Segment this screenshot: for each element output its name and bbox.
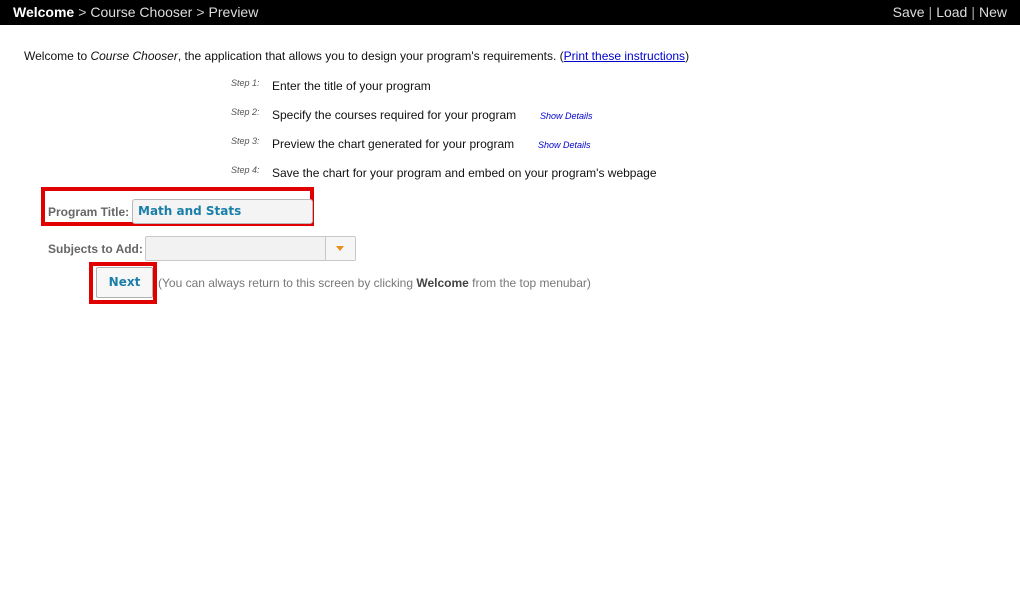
intro-suffix: , the application that allows you to des…: [177, 49, 564, 63]
dropdown-arrow-button[interactable]: [325, 237, 355, 260]
hint-prefix: (You can always return to this screen by…: [158, 276, 417, 290]
hint-bold: Welcome: [416, 276, 469, 290]
intro-close: ): [685, 49, 690, 63]
menu-separator: |: [971, 4, 975, 20]
intro-text: Welcome to Course Chooser, the applicati…: [24, 49, 689, 63]
step-2: Step 2: Specify the courses required for…: [0, 107, 1020, 126]
load-link[interactable]: Load: [936, 4, 967, 20]
new-link[interactable]: New: [979, 4, 1007, 20]
show-details-link[interactable]: Show Details: [538, 140, 591, 150]
show-details-link[interactable]: Show Details: [540, 111, 593, 121]
step-number: Step 2:: [231, 107, 260, 117]
step-text: Save the chart for your program and embe…: [272, 166, 657, 180]
step-number: Step 4:: [231, 165, 260, 175]
print-instructions-link[interactable]: Print these instructions: [564, 49, 685, 63]
breadcrumb-separator: >: [196, 4, 205, 20]
subjects-label: Subjects to Add:: [48, 242, 143, 256]
step-1: Step 1: Enter the title of your program: [0, 78, 1020, 97]
step-3: Step 3: Preview the chart generated for …: [0, 136, 1020, 155]
top-menubar: Welcome > Course Chooser > Preview Save | Load…: [0, 0, 1020, 25]
save-link[interactable]: Save: [893, 4, 925, 20]
breadcrumb-welcome[interactable]: Welcome: [13, 4, 74, 20]
chevron-down-icon: [336, 246, 344, 251]
breadcrumb-course-chooser[interactable]: Course Chooser: [90, 4, 192, 20]
step-text: Specify the courses required for your pr…: [272, 108, 517, 122]
app-name: Course Chooser: [90, 49, 178, 63]
next-button[interactable]: Next: [96, 267, 153, 298]
program-title-input[interactable]: Math and Stats: [132, 199, 313, 224]
file-menu: Save | Load | New: [893, 0, 1007, 25]
step-text: Enter the title of your program: [272, 79, 431, 93]
subjects-select[interactable]: [145, 236, 356, 261]
next-hint: (You can always return to this screen by…: [158, 276, 591, 290]
breadcrumb-preview[interactable]: Preview: [209, 4, 259, 20]
step-text: Preview the chart generated for your pro…: [272, 137, 515, 151]
hint-suffix: from the top menubar): [468, 276, 591, 290]
intro-prefix: Welcome to: [24, 49, 91, 63]
breadcrumb: Welcome > Course Chooser > Preview: [13, 0, 258, 25]
program-title-label: Program Title:: [48, 205, 130, 219]
step-number: Step 3:: [231, 136, 260, 146]
breadcrumb-separator: >: [78, 4, 87, 20]
step-number: Step 1:: [231, 78, 260, 88]
menu-separator: |: [928, 4, 933, 20]
step-4: Step 4: Save the chart for your program …: [0, 165, 1020, 184]
